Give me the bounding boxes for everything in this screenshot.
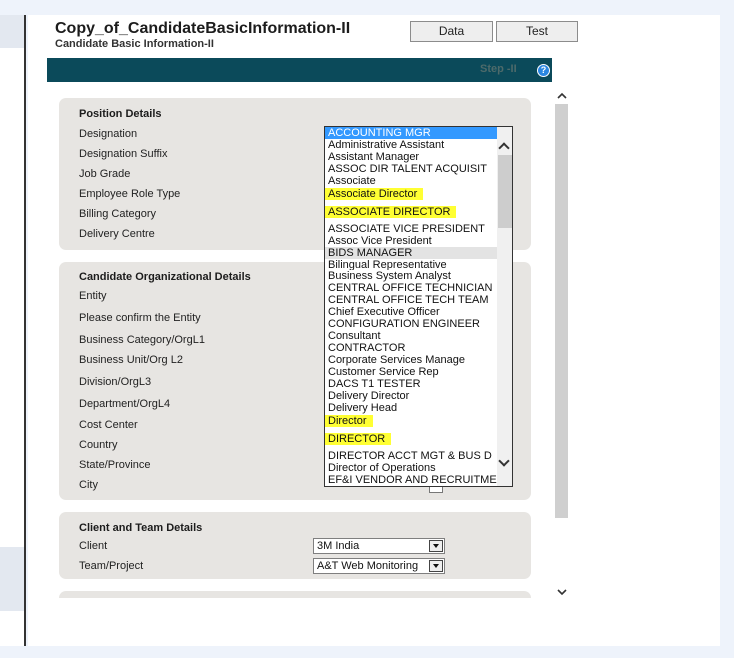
client-team-section: Client and Team Details Client Team/Proj… [59, 512, 531, 579]
dropdown-option[interactable]: DIRECTOR [325, 432, 497, 450]
client-select-value: 3M India [317, 540, 360, 552]
help-icon[interactable]: ? [537, 64, 550, 77]
field-label: Division/OrgL3 [79, 376, 152, 388]
dropdown-option[interactable]: Bilingual Representative [325, 259, 497, 271]
field-label: State/Province [79, 459, 151, 471]
field-label: City [79, 479, 98, 491]
dropdown-option[interactable]: Assoc Vice President [325, 235, 497, 247]
dropdown-option[interactable]: Associate Director [325, 187, 497, 205]
dropdown-option[interactable]: Administrative Assistant [325, 139, 497, 151]
dropdown-option[interactable]: Director [325, 414, 497, 432]
field-label: Job Grade [79, 168, 131, 180]
dropdown-option[interactable]: Corporate Services Manage [325, 354, 497, 366]
dropdown-option[interactable]: CENTRAL OFFICE TECHNICIAN [325, 282, 497, 294]
dropdown-option[interactable]: BIDS MANAGER [325, 246, 497, 259]
dropdown-option[interactable]: CENTRAL OFFICE TECH TEAM [325, 294, 497, 306]
designation-dropdown-list[interactable]: ACCOUNTING MGR Administrative Assistant As… [324, 126, 513, 487]
field-label: Business Unit/Org L2 [79, 354, 183, 366]
dropdown-option[interactable]: ASSOCIATE VICE PRESIDENT [325, 223, 497, 235]
dropdown-option[interactable]: DACS T1 TESTER [325, 378, 497, 390]
field-label: Please confirm the Entity [79, 312, 201, 324]
field-label: Team/Project [79, 560, 144, 572]
dropdown-option[interactable]: ACCOUNTING MGR [325, 127, 497, 139]
chevron-down-icon[interactable] [429, 540, 443, 552]
page-subtitle: Candidate Basic Information-II [55, 38, 214, 50]
chevron-up-icon[interactable] [498, 142, 510, 154]
field-label: Client [79, 540, 108, 552]
section-title: Candidate Organizational Details [79, 271, 251, 283]
field-label: Country [79, 439, 118, 451]
team-project-select-value: A&T Web Monitoring [317, 560, 419, 572]
field-label: Employee Role Type [79, 188, 181, 200]
section-title: Position Details [79, 108, 162, 120]
field-label: Designation [79, 128, 138, 140]
scrollbar-thumb[interactable] [555, 104, 568, 518]
dropdown-option[interactable]: Chief Executive Officer [325, 306, 497, 318]
dropdown-option[interactable]: DIRECTOR ACCT MGT & BUS D [325, 450, 497, 462]
gutter-block-bottom [0, 547, 24, 611]
client-select[interactable]: 3M India [313, 538, 445, 554]
dropdown-option[interactable]: EF&I VENDOR AND RECRUITME [325, 474, 497, 486]
next-section [59, 591, 531, 598]
field-label: Cost Center [79, 419, 138, 431]
dropdown-option[interactable]: Business System Analyst [325, 270, 497, 282]
scroll-down-icon[interactable] [557, 587, 567, 597]
dropdown-option[interactable]: Customer Service Rep [325, 366, 497, 378]
dropdown-option[interactable]: ASSOCIATE DIRECTOR [325, 205, 497, 223]
dropdown-option[interactable]: Delivery Head [325, 402, 497, 414]
dropdown-option[interactable]: Assistant Manager [325, 151, 497, 163]
chevron-down-icon[interactable] [429, 560, 443, 572]
dropdown-option[interactable]: Delivery Director [325, 390, 497, 402]
form-scrollbar[interactable] [554, 86, 569, 598]
chevron-down-icon[interactable] [498, 455, 510, 467]
gutter-block-top [0, 15, 24, 48]
scroll-up-icon[interactable] [557, 91, 567, 101]
field-label: Entity [79, 290, 107, 302]
team-project-select[interactable]: A&T Web Monitoring [313, 558, 445, 574]
page-title: Copy_of_CandidateBasicInformation-II [55, 20, 351, 37]
section-title: Client and Team Details [79, 522, 203, 534]
left-gutter [0, 15, 26, 646]
dropdown-option[interactable]: Director of Operations [325, 462, 497, 474]
test-button[interactable]: Test [496, 21, 578, 42]
dropdown-option[interactable]: Associate [325, 175, 497, 187]
field-label: Delivery Centre [79, 228, 155, 240]
step-label: Step -II [480, 63, 517, 75]
field-label: Business Category/OrgL1 [79, 334, 205, 346]
data-button[interactable]: Data [410, 21, 493, 42]
field-label: Billing Category [79, 208, 157, 220]
dropdown-option[interactable]: CONFIGURATION ENGINEER [325, 318, 497, 330]
dropdown-option[interactable]: ASSOC DIR TALENT ACQUISIT [325, 163, 497, 175]
step-header-bar: Step -II ? [47, 58, 552, 82]
dropdown-scrollbar[interactable] [497, 127, 512, 486]
field-label: Designation Suffix [79, 148, 168, 160]
dropdown-options: ACCOUNTING MGR Administrative Assistant As… [325, 127, 497, 487]
dropdown-scrollbar-thumb[interactable] [498, 155, 512, 228]
field-label: Department/OrgL4 [79, 398, 171, 410]
dropdown-option[interactable]: CONTRACTOR [325, 342, 497, 354]
dropdown-option[interactable]: Engineer [325, 486, 497, 487]
dropdown-option[interactable]: Consultant [325, 330, 497, 342]
